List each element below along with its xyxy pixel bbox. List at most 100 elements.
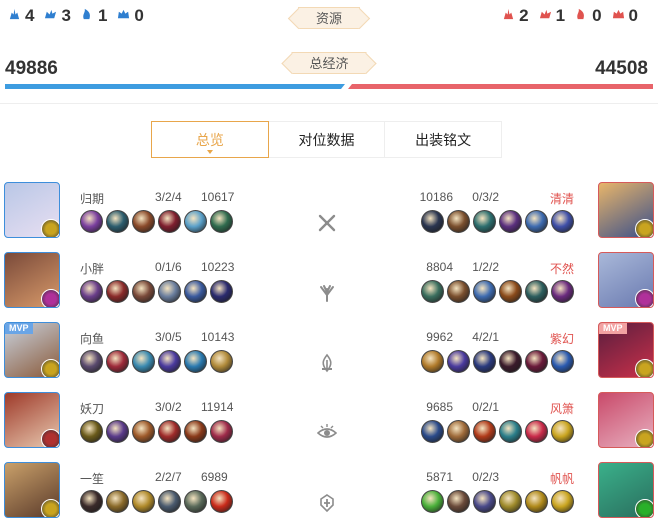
equipment-item-icon[interactable] (210, 490, 233, 513)
equipment-item-icon[interactable] (551, 350, 574, 373)
equipment-item-icon[interactable] (551, 490, 574, 513)
red-resource-dragon: 1 (539, 6, 565, 26)
summoner-spell-icon (635, 219, 653, 237)
equipment-item-icon[interactable] (447, 280, 470, 303)
equipment-item-icon[interactable] (473, 280, 496, 303)
equipment-item-icon[interactable] (132, 280, 155, 303)
equipment-item-icon[interactable] (525, 420, 548, 443)
equipment-item-icon[interactable] (80, 210, 103, 233)
red-hero-portrait[interactable] (598, 462, 654, 518)
equipment-item-icon[interactable] (80, 350, 103, 373)
equipment-item-icon[interactable] (447, 490, 470, 513)
equipment-item-icon[interactable] (80, 490, 103, 513)
equipment-item-icon[interactable] (421, 280, 444, 303)
equipment-item-icon[interactable] (184, 490, 207, 513)
blue-hero-portrait[interactable] (4, 462, 60, 518)
equipment-item-icon[interactable] (551, 420, 574, 443)
resource-count: 3 (61, 6, 71, 25)
equipment-item-icon[interactable] (551, 280, 574, 303)
equipment-item-icon[interactable] (106, 350, 129, 373)
equipment-item-icon[interactable] (184, 210, 207, 233)
resource-count: 1 (97, 6, 108, 25)
equipment-item-icon[interactable] (421, 420, 444, 443)
equipment-item-icon[interactable] (499, 420, 522, 443)
equipment-item-icon[interactable] (525, 280, 548, 303)
equipment-item-icon[interactable] (421, 210, 444, 233)
equipment-item-icon[interactable] (525, 490, 548, 513)
equipment-item-icon[interactable] (106, 210, 129, 233)
equipment-item-icon[interactable] (525, 350, 548, 373)
red-item-list (421, 420, 574, 443)
equipment-item-icon[interactable] (499, 210, 522, 233)
equipment-item-icon[interactable] (499, 490, 522, 513)
equipment-item-icon[interactable] (132, 350, 155, 373)
tab-builds-runes[interactable]: 出装铭文 (385, 122, 501, 157)
equipment-item-icon[interactable] (158, 280, 181, 303)
red-hero-portrait[interactable] (598, 252, 654, 308)
economy-label: 总经济 (291, 52, 367, 74)
equipment-item-icon[interactable] (473, 350, 496, 373)
equipment-item-icon[interactable] (210, 350, 233, 373)
equipment-item-icon[interactable] (106, 490, 129, 513)
equipment-item-icon[interactable] (473, 420, 496, 443)
equipment-item-icon[interactable] (158, 350, 181, 373)
red-hero-portrait[interactable] (598, 392, 654, 448)
equipment-item-icon[interactable] (158, 210, 181, 233)
equipment-item-icon[interactable] (106, 420, 129, 443)
equipment-item-icon[interactable] (447, 420, 470, 443)
equipment-item-icon[interactable] (473, 210, 496, 233)
blue-hero-portrait[interactable] (4, 182, 60, 238)
red-player-name: 风箫 (549, 402, 574, 416)
blue-player-name: 归期 (80, 192, 105, 206)
equipment-item-icon[interactable] (210, 420, 233, 443)
blue-team-resources: 4 3 1 0 (8, 6, 144, 26)
equipment-item-icon[interactable] (499, 350, 522, 373)
equipment-item-icon[interactable] (158, 490, 181, 513)
equipment-item-icon[interactable] (80, 420, 103, 443)
equipment-item-icon[interactable] (132, 490, 155, 513)
summoner-spell-icon (41, 429, 59, 447)
equipment-item-icon[interactable] (80, 280, 103, 303)
equipment-item-icon[interactable] (551, 210, 574, 233)
equipment-item-icon[interactable] (132, 420, 155, 443)
blue-hero-portrait[interactable] (4, 392, 60, 448)
resource-summary: 4 3 1 0 资源 2 1 0 0 (0, 0, 658, 36)
equipment-item-icon[interactable] (421, 490, 444, 513)
equipment-item-icon[interactable] (158, 420, 181, 443)
tyrant-icon (81, 6, 94, 26)
blue-hero-portrait[interactable]: MVP (4, 322, 60, 378)
tab-overview[interactable]: 总览 (151, 121, 269, 158)
equipment-item-icon[interactable] (210, 280, 233, 303)
red-hero-portrait[interactable]: MVP (598, 322, 654, 378)
equipment-item-icon[interactable] (473, 490, 496, 513)
equipment-item-icon[interactable] (447, 210, 470, 233)
equipment-item-icon[interactable] (106, 280, 129, 303)
resource-count: 0 (134, 6, 144, 25)
equipment-item-icon[interactable] (132, 210, 155, 233)
blue-resource-overlord: 0 (117, 6, 144, 26)
equipment-item-icon[interactable] (447, 350, 470, 373)
red-player-name: 紫幻 (549, 332, 574, 346)
red-item-list (421, 490, 574, 513)
blue-player-kda: 3/0/2 (155, 400, 182, 414)
equipment-item-icon[interactable] (421, 350, 444, 373)
resource-count: 2 (519, 6, 529, 25)
equipment-item-icon[interactable] (525, 210, 548, 233)
resource-count: 0 (592, 6, 602, 25)
equipment-item-icon[interactable] (184, 420, 207, 443)
resource-count: 0 (628, 6, 638, 25)
blue-player-gold: 11914 (201, 400, 234, 414)
equipment-item-icon[interactable] (210, 210, 233, 233)
tab-matchup-data[interactable]: 对位数据 (269, 122, 386, 157)
red-hero-portrait[interactable] (598, 182, 654, 238)
equipment-item-icon[interactable] (184, 350, 207, 373)
resource-count: 4 (25, 6, 35, 25)
blue-player-name: 妖刀 (80, 402, 105, 416)
equipment-item-icon[interactable] (184, 280, 207, 303)
red-player-gold: 8804 (426, 260, 453, 274)
dragon-icon (539, 6, 552, 26)
resources-label: 资源 (297, 7, 361, 29)
summoner-spell-icon (41, 289, 59, 307)
equipment-item-icon[interactable] (499, 280, 522, 303)
blue-hero-portrait[interactable] (4, 252, 60, 308)
